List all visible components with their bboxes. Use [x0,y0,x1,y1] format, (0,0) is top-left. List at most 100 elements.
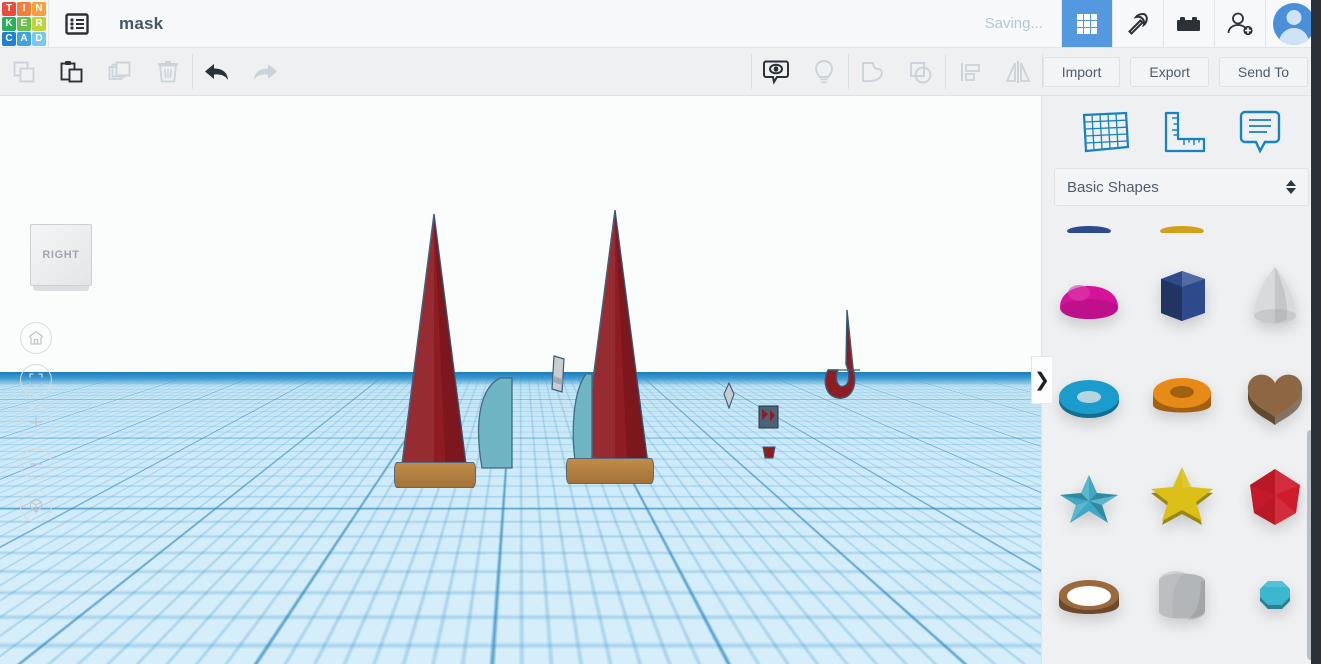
logo-tile-c: C [2,31,16,46]
eye-bubble-icon [762,60,789,85]
model-hook[interactable] [818,308,868,400]
group-button[interactable] [849,48,897,95]
show-hide-button[interactable] [752,48,800,95]
3d-viewport[interactable]: RIGHT [0,96,1041,664]
shape-category-value: Basic Shapes [1067,178,1159,196]
view-nav-controls [20,322,52,522]
blocks-button[interactable] [1163,0,1214,47]
duplicate-icon [108,61,131,80]
model-small-sliver[interactable] [721,382,737,410]
zoom-out-button[interactable] [20,448,52,480]
shape-box-partial[interactable] [1042,222,1135,246]
align-icon [960,62,980,81]
save-status: Saving... [984,15,1043,32]
send-to-button[interactable]: Send To [1218,56,1308,87]
logo-tile-e: E [17,16,31,31]
model-band-left[interactable] [394,462,476,488]
light-toggle-button[interactable] [800,48,848,95]
minus-icon [29,463,43,465]
shape-paraboloid[interactable] [1229,246,1321,346]
redo-button[interactable] [241,48,289,95]
workplane-button[interactable] [1080,109,1132,155]
ruler-button[interactable] [1160,109,1208,155]
shape-hexagon-prism[interactable] [1135,246,1228,346]
minecraft-button[interactable] [1112,0,1163,47]
duplicate-button[interactable] [96,48,144,95]
view-cube[interactable]: RIGHT [30,224,92,291]
model-teal-left[interactable] [470,376,516,474]
shape-star-partial[interactable] [1135,222,1228,246]
notes-button[interactable] [1237,108,1283,156]
model-small-bar[interactable] [548,354,568,396]
import-button[interactable]: Import [1042,56,1121,87]
undo-icon [205,63,228,80]
shape-blank-partial [1229,222,1321,246]
shape-half-sphere[interactable] [1042,246,1135,346]
trash-icon [158,60,178,82]
projects-list-icon[interactable] [49,0,105,47]
logo-tile-a: A [17,31,31,46]
history-tool-group [193,48,289,95]
shape-category-select[interactable]: Basic Shapes [1054,168,1309,206]
workplane-horizon [0,372,1041,386]
logo-tile-i: I [17,1,31,16]
shape-ring[interactable] [1042,546,1135,646]
delete-button[interactable] [144,48,192,95]
panel-tool-tabs [1042,96,1321,168]
logo-tile-n: N [32,1,46,16]
tinkercad-app: TINKERCAD mask Saving... Import Export S… [0,0,1321,664]
align-tool-group [946,48,1042,95]
cube-arrow-icon [29,498,43,514]
pickaxe-icon [1128,12,1148,35]
logo-tile-k: K [2,16,16,31]
workplane-grid [0,162,1041,375]
copy-icon [13,61,35,82]
shape-tube[interactable] [1135,346,1228,446]
shapes-panel: Basic Shapes [1041,96,1321,664]
top-bar: TIN KER CAD mask Saving... [0,0,1321,48]
copy-button[interactable] [0,48,48,95]
plus-icon [29,415,43,429]
model-cone-left[interactable] [398,213,472,487]
align-button[interactable] [946,48,994,95]
projection-toggle-button[interactable] [20,490,52,522]
lightbulb-icon [814,59,833,83]
logo-tile-d: D [32,31,46,46]
visibility-tool-group [752,48,848,95]
file-actions: Import Export Send To [1042,48,1321,95]
model-small-cup[interactable] [760,445,778,461]
view-cube-face[interactable]: RIGHT [30,224,92,286]
mirror-icon [1005,60,1031,83]
model-small-cluster[interactable] [756,403,782,431]
ungroup-button[interactable] [897,48,945,95]
export-button[interactable]: Export [1130,56,1209,87]
shape-star-3d[interactable] [1042,446,1135,546]
zoom-in-button[interactable] [20,406,52,438]
shape-star-flat[interactable] [1135,446,1228,546]
project-title: mask [119,13,164,33]
model-swirl-right[interactable] [640,426,870,576]
shape-round-roof[interactable] [1135,546,1228,646]
gallery-grid-icon [1077,13,1097,34]
mirror-button[interactable] [994,48,1042,95]
notes-icon [1239,110,1281,154]
undo-button[interactable] [193,48,241,95]
home-view-button[interactable] [20,322,52,354]
avatar [1272,2,1315,45]
gallery-grid-button[interactable] [1061,0,1112,47]
group-shape-icon [861,61,883,82]
model-band-right[interactable] [566,458,654,484]
logo-tile-t: T [2,1,16,16]
invite-button[interactable] [1214,0,1265,47]
fit-view-button[interactable] [20,364,52,396]
tinkercad-logo[interactable]: TIN KER CAD [0,0,48,47]
paste-button[interactable] [48,48,96,95]
model-teal-right[interactable] [568,372,594,472]
fit-to-view-icon [29,373,43,387]
shapes-scroll-area[interactable] [1042,222,1321,664]
panel-collapse-tab[interactable]: ❯ [1031,356,1052,404]
shape-torus[interactable] [1042,346,1135,446]
redo-icon [254,63,277,80]
